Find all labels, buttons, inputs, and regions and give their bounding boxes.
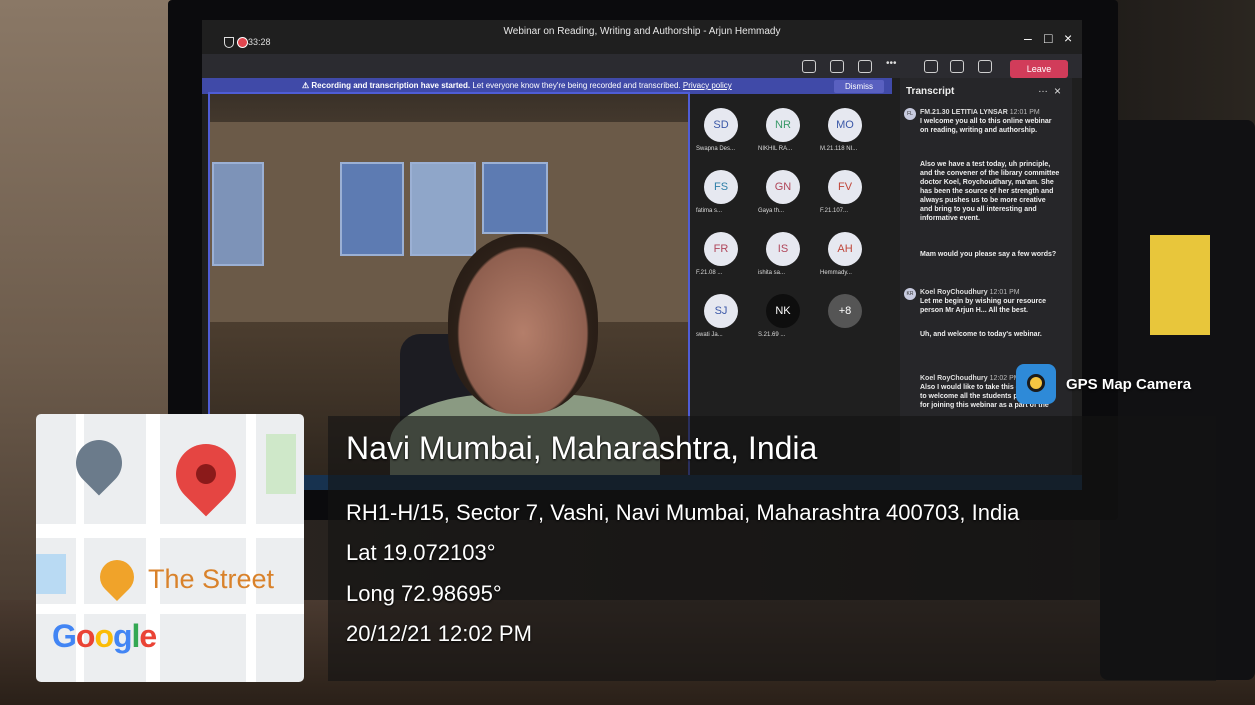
- participant-avatar[interactable]: GN: [766, 170, 800, 204]
- camera-icon[interactable]: [924, 60, 938, 73]
- map-road: [246, 414, 256, 682]
- participant-avatar[interactable]: +8: [828, 294, 862, 328]
- location-city: Navi Mumbai, Maharashtra, India: [346, 430, 818, 466]
- mic-icon[interactable]: [950, 60, 964, 73]
- wall-poster: [340, 162, 404, 256]
- recording-icon: [237, 37, 248, 48]
- speaker-avatar: KR: [904, 288, 916, 300]
- participant-avatar[interactable]: FS: [704, 170, 738, 204]
- transcript-speaker: Koel RoyChoudhury 12:01 PM: [920, 288, 1060, 297]
- participant-name: NIKHIL RA...: [758, 146, 793, 152]
- transcript-time: 12:01 PM: [989, 289, 1020, 296]
- location-longitude: Long 72.98695°: [346, 581, 502, 606]
- participant-avatar[interactable]: SD: [704, 108, 738, 142]
- minimize-icon[interactable]: –: [1024, 30, 1032, 46]
- transcript-entry: Mam would you please say a few words?: [920, 250, 1060, 259]
- title-bar: 33:28 Webinar on Reading, Writing and Au…: [202, 20, 1082, 54]
- gps-app-name: GPS Map Camera: [1066, 376, 1192, 393]
- map-park: [266, 434, 296, 494]
- call-timer: 33:28: [248, 37, 271, 47]
- window-title: Webinar on Reading, Writing and Authorsh…: [503, 26, 781, 37]
- participant-grid: SD Swapna Des... NR NIKHIL RA... MO M.21.118 …: [694, 98, 884, 378]
- map-water: [36, 554, 66, 594]
- map-poi-label: The Street: [148, 564, 275, 594]
- transcript-entry: Also we have a test today, uh principle,…: [920, 160, 1060, 223]
- close-icon[interactable]: ×: [1064, 30, 1072, 46]
- chat-icon[interactable]: [830, 60, 844, 73]
- participant-name: F.21.107...: [820, 208, 849, 214]
- wall-poster: [482, 162, 548, 234]
- participant-name: fatima s...: [696, 208, 723, 214]
- location-map: The Street Google: [36, 414, 304, 682]
- participant-name: Swapna Des...: [696, 146, 736, 152]
- participant-name: M.21.118 NI...: [820, 146, 858, 152]
- transcript-speaker-name: FM.21.30 LETITIA LYNSAR: [920, 109, 1008, 116]
- transcript-speaker: FM.21.30 LETITIA LYNSAR 12:01 PM: [920, 108, 1060, 117]
- transcript-text: Let me begin by wishing our resource per…: [920, 298, 1047, 314]
- transcript-text: Mam would you please say a few words?: [920, 251, 1057, 258]
- leave-button[interactable]: Leave: [1010, 60, 1068, 78]
- transcript-time: 12:01 PM: [1009, 109, 1040, 116]
- participant-avatar[interactable]: FV: [828, 170, 862, 204]
- transcript-speaker-name: Koel RoyChoudhury: [920, 289, 988, 296]
- participant-name: S.21.69 ...: [758, 332, 786, 338]
- location-address: RH1-H/15, Sector 7, Vashi, Navi Mumbai, …: [346, 500, 1020, 525]
- banner-subtext: Let everyone know they're being recorded…: [472, 81, 681, 90]
- location-pin-icon: [163, 431, 249, 517]
- participant-avatar[interactable]: NK: [766, 294, 800, 328]
- transcript-entry: Uh, and welcome to today's webinar.: [920, 330, 1060, 339]
- google-logo: Google: [52, 618, 157, 654]
- transcript-text: I welcome you all to this online webinar…: [920, 118, 1052, 134]
- people-icon[interactable]: [802, 60, 816, 73]
- yellow-box: [1150, 235, 1210, 335]
- participant-name: F.21.08 ...: [696, 270, 723, 276]
- speaker-avatar: FL: [904, 108, 916, 120]
- participant-avatar[interactable]: FR: [704, 232, 738, 266]
- banner-text: Recording and transcription have started…: [311, 81, 471, 90]
- participant-name: swati Ja...: [696, 332, 723, 338]
- shield-icon: [224, 37, 234, 48]
- close-icon[interactable]: ×: [1054, 84, 1061, 98]
- meeting-toolbar: •••: [202, 54, 1082, 78]
- share-icon[interactable]: [978, 60, 992, 73]
- transcript-entry: Koel RoyChoudhury 12:01 PM Let me begin b…: [920, 288, 1060, 315]
- restaurant-pin-icon: [92, 552, 142, 602]
- wall-poster: [212, 162, 264, 266]
- transcript-entry: FM.21.30 LETITIA LYNSAR 12:01 PM I welcom…: [920, 108, 1060, 135]
- location-latitude: Lat 19.072103°: [346, 540, 496, 565]
- transcript-title: Transcript: [906, 86, 955, 97]
- participant-name: ishita sa...: [758, 270, 786, 276]
- dismiss-button[interactable]: Dismiss: [834, 80, 884, 93]
- participant-avatar[interactable]: AH: [828, 232, 862, 266]
- participant-name: Gaya th...: [758, 208, 785, 214]
- speaker-face: [448, 234, 598, 414]
- participant-avatar[interactable]: IS: [766, 232, 800, 266]
- gps-map-camera-logo-icon: [1016, 364, 1056, 404]
- transcript-text: Also we have a test today, uh principle,…: [920, 161, 1060, 222]
- participant-name: Hemmady...: [820, 270, 852, 276]
- transcript-speaker-name: Koel RoyChoudhury: [920, 375, 988, 382]
- more-icon[interactable]: •••: [886, 58, 898, 69]
- participant-avatar[interactable]: SJ: [704, 294, 738, 328]
- participant-avatar[interactable]: MO: [828, 108, 862, 142]
- participant-avatar[interactable]: NR: [766, 108, 800, 142]
- more-icon[interactable]: …: [1038, 84, 1048, 95]
- maximize-icon[interactable]: □: [1044, 30, 1052, 46]
- transcript-text: Uh, and welcome to today's webinar.: [920, 331, 1042, 338]
- privacy-policy-link[interactable]: Privacy policy: [683, 81, 732, 90]
- reactions-icon[interactable]: [858, 60, 872, 73]
- photo-timestamp: 20/12/21 12:02 PM: [346, 621, 532, 646]
- wall-poster: [410, 162, 476, 256]
